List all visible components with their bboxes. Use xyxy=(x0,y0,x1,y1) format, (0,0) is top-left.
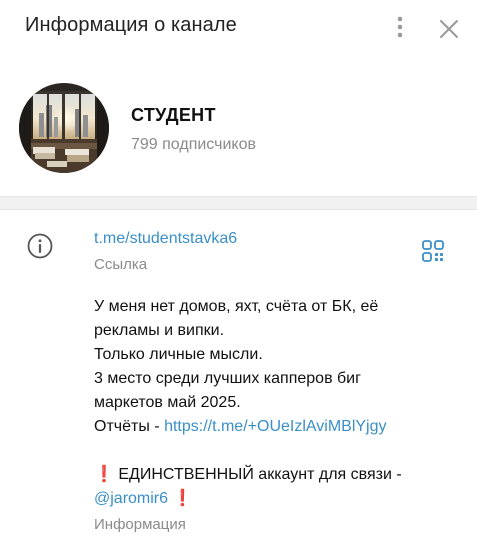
contact-line: ❗ ЕДИНСТВЕННЫЙ аккаунт для связи - xyxy=(94,463,424,487)
subscriber-count: 799 подписчиков xyxy=(131,136,256,153)
channel-avatar-image xyxy=(19,83,109,173)
channel-description: У меня нет домов, яхт, счёта от БК, её р… xyxy=(94,295,424,511)
channel-link[interactable]: t.me/studentstavka6 xyxy=(94,230,237,247)
contact-username-line: @jaromir6 ❗ xyxy=(94,487,424,511)
channel-info-panel: Информация о канале СТУДЕНТ 799 подписчи… xyxy=(0,0,477,555)
info-section: t.me/studentstavka6 Ссылка У меня нет до… xyxy=(0,210,477,555)
reports-label: Отчёты - xyxy=(94,418,165,435)
info-circle-icon xyxy=(26,232,54,260)
page-title: Информация о канале xyxy=(25,14,237,36)
description-line: 3 место среди лучших капперов биг xyxy=(94,370,361,387)
contact-label: ЕДИНСТВЕННЫЙ аккаунт для связи - xyxy=(113,466,402,483)
qr-code-button[interactable] xyxy=(421,239,445,263)
vertical-dots-icon xyxy=(397,16,403,38)
header: Информация о канале xyxy=(0,0,477,58)
qr-code-icon xyxy=(422,240,444,262)
close-button[interactable] xyxy=(436,16,462,42)
close-icon xyxy=(440,20,458,38)
description-caption: Информация xyxy=(94,516,186,533)
avatar[interactable] xyxy=(19,83,109,173)
description-line: маркетов май 2025. xyxy=(94,394,241,411)
reports-link[interactable]: https://t.me/+OUeIzlAviMBlYjgy xyxy=(164,418,386,435)
description-line: Только личные мысли. xyxy=(94,346,263,363)
channel-name: СТУДЕНТ xyxy=(131,105,216,125)
exclamation-icon: ❗ xyxy=(172,490,193,507)
section-divider xyxy=(0,196,477,210)
channel-profile: СТУДЕНТ 799 подписчиков xyxy=(0,58,477,196)
more-options-button[interactable] xyxy=(388,14,412,42)
reports-line: Отчёты - https://t.me/+OUeIzlAviMBlYjgy xyxy=(94,415,424,439)
description-line: рекламы и випки. xyxy=(94,322,225,339)
channel-link-row: t.me/studentstavka6 xyxy=(94,230,237,248)
description-line: У меня нет домов, яхт, счёта от БК, её xyxy=(94,298,379,315)
contact-username-link[interactable]: @jaromir6 xyxy=(94,490,168,507)
link-caption: Ссылка xyxy=(94,256,148,273)
exclamation-icon: ❗ xyxy=(94,466,114,483)
